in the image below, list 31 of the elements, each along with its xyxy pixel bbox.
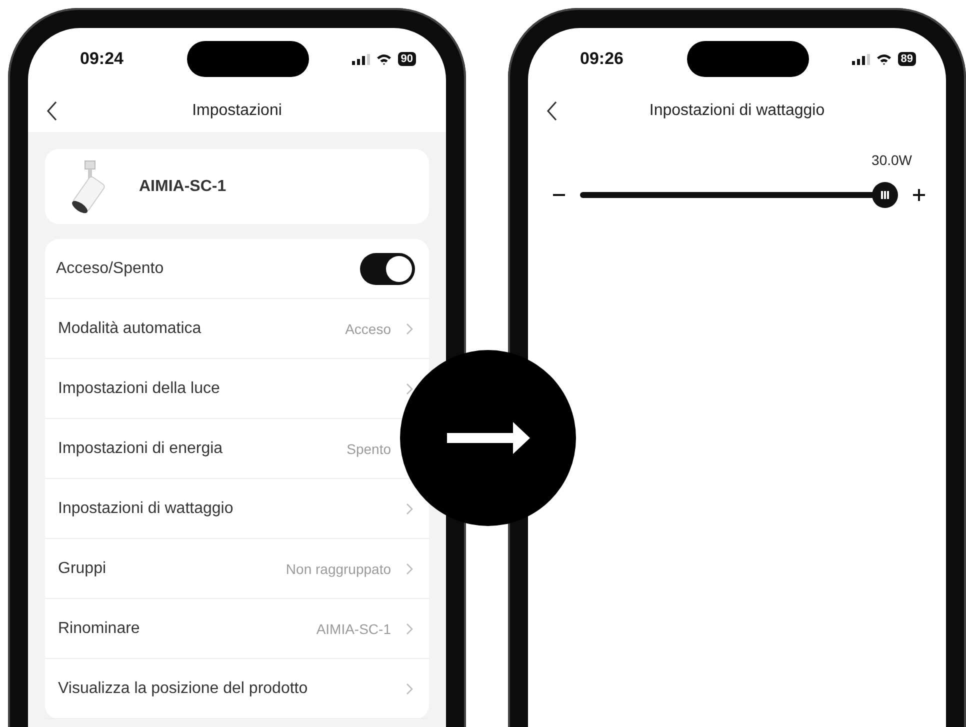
plus-icon[interactable] <box>912 188 926 202</box>
battery-level: 89 <box>898 52 916 66</box>
wifi-icon <box>876 53 892 65</box>
setting-label[interactable]: Inpostazioni di wattaggio <box>58 500 406 518</box>
setting-label[interactable]: Impostazioni della luce <box>58 380 406 398</box>
back-icon[interactable] <box>546 101 558 121</box>
screen-title: Impostazioni <box>192 102 282 120</box>
setting-label[interactable]: Rinominare <box>58 620 316 638</box>
setting-label: Acceso/Spento <box>56 260 165 278</box>
signal-icon <box>352 54 370 64</box>
signal-icon <box>852 54 870 64</box>
setting-value: Spento <box>346 440 391 456</box>
setting-value: AIMIA-SC-1 <box>316 620 391 636</box>
device-name: AIMIA-SC-1 <box>139 178 226 196</box>
screen-title: Inpostazioni di wattaggio <box>649 102 825 120</box>
wattage-slider[interactable] <box>580 182 898 208</box>
battery-level: 90 <box>398 52 416 66</box>
setting-value: Non raggruppato <box>286 560 391 576</box>
setting-label[interactable]: Gruppi <box>58 560 286 578</box>
device-card[interactable]: AIMIA-SC-1 <box>45 149 429 224</box>
slider-thumb[interactable] <box>872 182 898 208</box>
toggle-switch[interactable] <box>360 252 415 284</box>
status-time: 09:26 <box>580 49 624 69</box>
wattage-reading: 30.0W <box>870 152 913 168</box>
wifi-icon <box>376 53 392 65</box>
back-icon[interactable] <box>46 101 58 121</box>
setting-label[interactable]: Visualizza la posizione del prodotto <box>58 680 406 698</box>
status-time: 09:24 <box>80 49 124 69</box>
setting-label[interactable]: Modalità automatica <box>58 320 346 338</box>
setting-label[interactable]: Impostazioni di energia <box>58 440 347 458</box>
setting-value: Acceso <box>345 320 391 336</box>
